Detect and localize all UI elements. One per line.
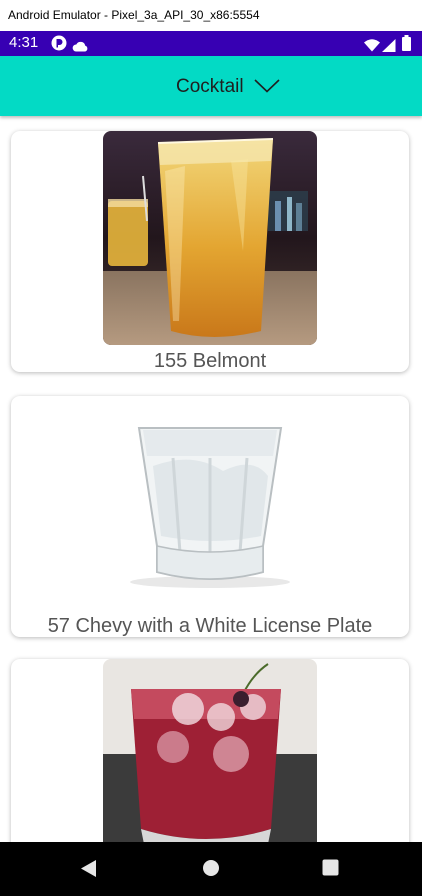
cloud-icon xyxy=(72,37,89,56)
picker-label: Cocktail xyxy=(176,76,244,97)
cocktail-card[interactable]: 155 Belmont xyxy=(11,131,409,372)
emulator-title: Android Emulator - Pixel_3a_API_30_x86:5… xyxy=(8,8,260,22)
cocktail-type-picker[interactable]: Cocktail xyxy=(176,74,280,100)
cocktail-card[interactable]: 57 Chevy with a White License Plate xyxy=(11,396,409,637)
status-time: 4:31 xyxy=(9,34,39,51)
signal-icon xyxy=(382,37,396,56)
cocktail-list[interactable]: 155 Belmont 57 Chevy with a White Licens… xyxy=(0,116,422,842)
status-bar: 4:31 xyxy=(0,31,422,56)
navigation-bar xyxy=(0,842,422,896)
recents-icon[interactable] xyxy=(322,859,339,880)
chevron-down-icon[interactable] xyxy=(254,78,280,97)
cocktail-name: 57 Chevy with a White License Plate xyxy=(47,615,373,637)
cocktail-name: 155 Belmont xyxy=(153,350,267,372)
cocktail-card[interactable] xyxy=(11,659,409,842)
home-icon[interactable] xyxy=(202,859,220,881)
back-icon[interactable] xyxy=(80,859,97,882)
battery-icon xyxy=(402,35,411,55)
emulator-titlebar: Android Emulator - Pixel_3a_API_30_x86:5… xyxy=(0,0,422,32)
cocktail-photo xyxy=(103,659,317,842)
app-bar: Cocktail xyxy=(0,56,422,116)
app-notification-icon xyxy=(51,35,67,55)
wifi-icon xyxy=(364,37,380,56)
cocktail-photo xyxy=(103,131,317,345)
cocktail-photo xyxy=(103,396,317,610)
